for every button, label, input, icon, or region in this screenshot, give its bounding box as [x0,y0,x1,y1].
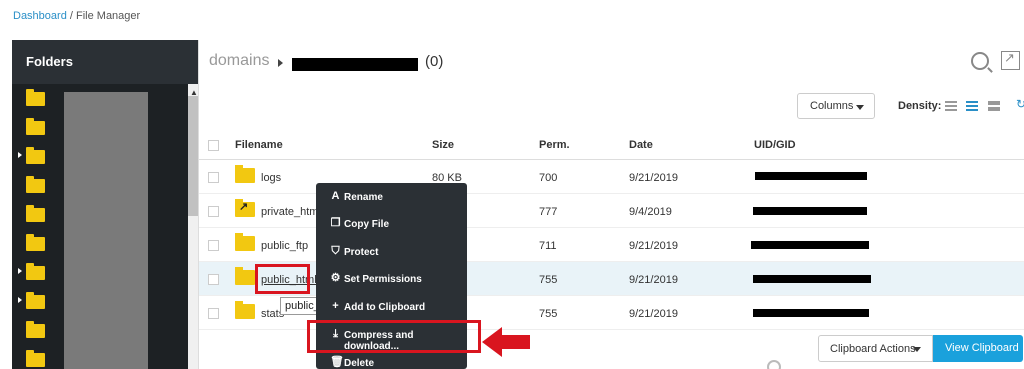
file-date: 9/21/2019 [629,172,678,184]
file-perm: 755 [539,308,558,320]
symlink-folder-icon [235,199,255,217]
header-uid-gid[interactable]: UID/GID [754,139,796,151]
row-checkbox[interactable] [208,308,219,319]
columns-button[interactable]: Columns [797,93,875,119]
redaction-block [64,92,148,369]
menu-item-label: Delete [344,358,375,369]
folder-icon [235,267,255,285]
density-comfortable-icon[interactable] [988,101,1000,112]
annotation-highlight-compress [307,320,481,353]
loading-spinner-icon [767,360,781,369]
sidebar-title: Folders [26,54,73,69]
trash-icon: 🗑 [330,356,344,368]
row-checkbox[interactable] [208,274,219,285]
header-size[interactable]: Size [432,139,454,151]
menu-item-label: Copy File [344,219,390,230]
file-name[interactable]: logs [261,172,281,184]
folder-icon [235,233,255,251]
rename-icon: A [331,190,340,202]
folder-icon [26,292,45,309]
file-perm: 711 [539,240,557,252]
path-chevron-icon [278,59,283,67]
shield-icon: ⛉ [331,245,340,257]
header-filename[interactable]: Filename [235,139,283,151]
scroll-up-icon[interactable]: ▲ [190,88,198,97]
copy-icon: ❐ [330,217,341,229]
density-compact-icon[interactable] [945,101,957,112]
plus-circle-icon: + [332,300,339,312]
select-all-checkbox[interactable] [208,140,219,151]
expand-arrow-icon[interactable] [18,152,22,158]
folder-icon [26,205,45,222]
redaction-block [753,309,869,317]
redaction-block [292,58,418,71]
folder-icon [26,350,45,367]
file-name[interactable]: public_ftp [261,240,308,252]
redaction-block [755,172,867,180]
folder-icon [26,147,45,164]
menu-item-label: Add to Clipboard [344,302,426,313]
file-date: 9/21/2019 [629,308,678,320]
sidebar-scroll-thumb[interactable] [188,96,198,216]
menu-item-copy-file[interactable]: ❐ Copy File [316,210,467,237]
breadcrumb-current: File Manager [76,10,141,22]
density-label: Density: [898,100,942,112]
view-clipboard-button[interactable]: View Clipboard [933,335,1023,362]
annotation-arrow-icon [482,327,530,357]
fullscreen-icon[interactable] [1001,50,1020,70]
expand-arrow-icon[interactable] [18,297,22,303]
file-perm: 777 [539,206,558,218]
row-checkbox[interactable] [208,206,219,217]
row-checkbox[interactable] [208,240,219,251]
menu-item-label: Rename [344,192,383,203]
refresh-icon[interactable]: ↻ [1016,97,1024,111]
row-checkbox[interactable] [208,172,219,183]
folders-sidebar: Folders ▲ [12,40,198,369]
file-date: 9/4/2019 [629,206,672,218]
clipboard-actions-button[interactable]: Clipboard Actions [818,335,933,362]
file-date: 9/21/2019 [629,240,678,252]
path-root[interactable]: domains [209,52,269,70]
chevron-down-icon [856,105,864,110]
menu-item-protect[interactable]: ⛉ Protect [316,238,467,265]
menu-item-set-permissions[interactable]: ⚙ Set Permissions [316,265,467,292]
redaction-block [753,207,867,215]
file-perm: 700 [539,172,558,184]
clipboard-actions-label: Clipboard Actions [830,343,916,355]
expand-arrow-icon[interactable] [18,268,22,274]
gear-icon: ⚙ [330,272,341,284]
menu-item-label: Protect [344,247,379,258]
folder-icon [26,176,45,193]
menu-item-add-to-clipboard[interactable]: + Add to Clipboard [316,293,467,320]
table-header: Filename Size Perm. Date UID/GID [199,132,1024,160]
annotation-highlight-filename [255,264,310,294]
file-name[interactable]: private_html [261,206,321,218]
folder-icon [26,89,45,106]
breadcrumb-dashboard-link[interactable]: Dashboard [13,10,67,22]
folder-icon [235,165,255,183]
file-perm: 755 [539,274,558,286]
breadcrumb-separator: / [66,10,76,22]
path-item-count: (0) [425,53,444,70]
folder-icon [26,118,45,135]
folder-icon [26,234,45,251]
header-date[interactable]: Date [629,139,653,151]
menu-item-rename[interactable]: A Rename [316,183,467,210]
breadcrumb: Dashboard / File Manager [13,10,140,22]
folder-icon [235,301,255,319]
redaction-block [751,241,869,249]
file-date: 9/21/2019 [629,274,678,286]
columns-button-label: Columns [810,100,854,112]
chevron-down-icon [913,347,921,352]
header-perm[interactable]: Perm. [539,139,570,151]
folder-icon [26,321,45,338]
redaction-block [753,275,871,283]
folder-icon [26,263,45,280]
menu-item-label: Set Permissions [344,274,422,285]
density-normal-icon[interactable] [966,101,978,112]
search-icon[interactable] [971,52,989,70]
